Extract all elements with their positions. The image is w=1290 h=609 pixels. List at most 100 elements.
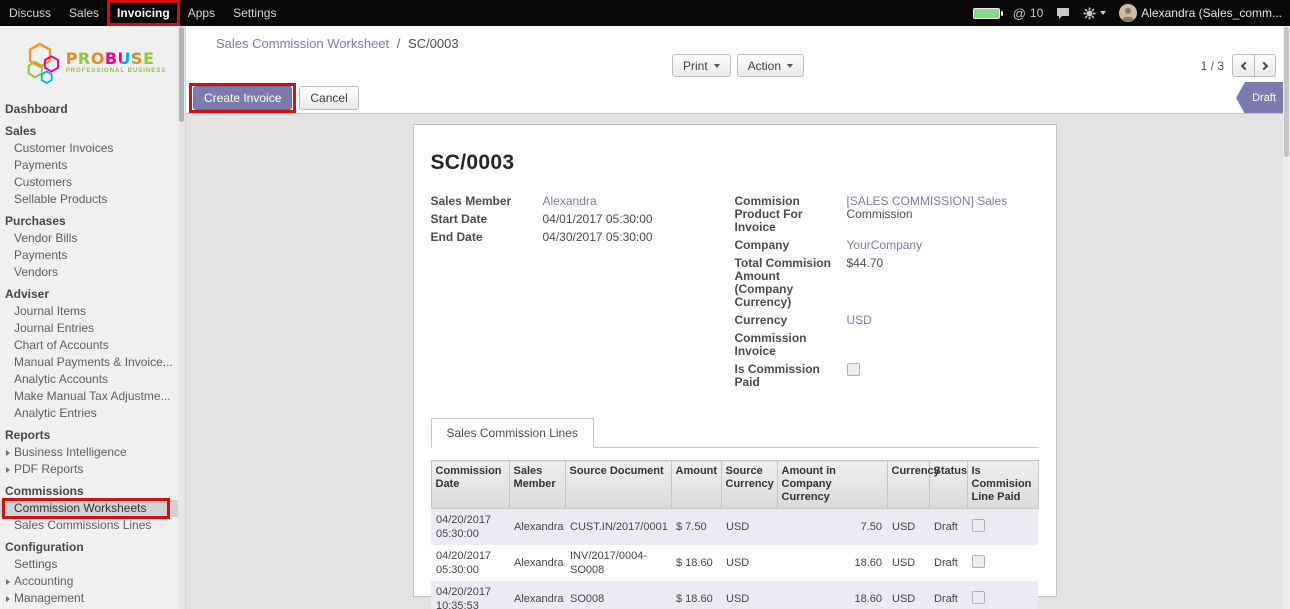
table-row[interactable]: 04/20/2017 10:35:53 Alexandra SO008 $ 18… <box>431 581 1038 609</box>
pager-next-button[interactable] <box>1254 54 1276 77</box>
end-date-label: End Date <box>431 231 543 244</box>
control-panel-buttons: Print Action <box>672 54 804 77</box>
nav-item-payments-sales[interactable]: Payments <box>0 157 185 174</box>
top-navbar: Discuss Sales Invoicing Apps Settings @ … <box>0 0 1290 26</box>
nav-item-journal-items[interactable]: Journal Items <box>0 303 185 320</box>
field-column-right: Commision Product For Invoice [SALES COM… <box>735 195 1039 394</box>
cell-commission-date: 04/20/2017 05:30:00 <box>431 545 509 581</box>
table-row[interactable]: 04/20/2017 05:30:00 Alexandra CUST.IN/20… <box>431 509 1038 546</box>
nav-section-purchases[interactable]: Purchases <box>0 208 185 230</box>
nav-section-reports[interactable]: Reports <box>0 422 185 444</box>
nav-item-customer-invoices[interactable]: Customer Invoices <box>0 140 185 157</box>
statusbar: Create Invoice Cancel Draft <box>186 82 1290 114</box>
header-sales-member[interactable]: Sales Member <box>509 461 565 509</box>
nav-item-sales-commissions-lines[interactable]: Sales Commissions Lines <box>0 517 185 534</box>
nav-item-commission-worksheets[interactable]: Commission Worksheets <box>0 500 185 517</box>
form-sheet: SC/0003 Sales Member Alexandra Start Dat… <box>413 124 1057 597</box>
is-commission-paid-label: Is Commission Paid <box>735 363 847 389</box>
print-button[interactable]: Print <box>672 54 731 77</box>
header-source-document[interactable]: Source Document <box>565 461 671 509</box>
caret-down-icon <box>1100 11 1106 15</box>
tab-sales-commission-lines[interactable]: Sales Commission Lines <box>431 418 594 448</box>
sidebar-scrollbar[interactable] <box>178 26 185 609</box>
nav-item-payments-purchases[interactable]: Payments <box>0 247 185 264</box>
header-status[interactable]: Status <box>929 461 967 509</box>
create-invoice-button[interactable]: Create Invoice <box>193 86 292 110</box>
cell-status: Draft <box>929 545 967 581</box>
top-menu-apps[interactable]: Apps <box>179 0 224 26</box>
cell-status: Draft <box>929 581 967 609</box>
line-paid-checkbox[interactable] <box>972 519 985 532</box>
nav-item-label: Accounting <box>14 575 73 588</box>
nav-item-sellable-products[interactable]: Sellable Products <box>0 191 185 208</box>
header-amount-company-currency[interactable]: Amount in Company Currency <box>777 461 887 509</box>
nav-section-commissions[interactable]: Commissions <box>0 478 185 500</box>
notebook-tabs: Sales Commission Lines <box>431 418 1039 448</box>
header-source-currency[interactable]: Source Currency <box>721 461 777 509</box>
nav-item-journal-entries[interactable]: Journal Entries <box>0 320 185 337</box>
nav-item-analytic-entries[interactable]: Analytic Entries <box>0 405 185 422</box>
top-menu-sales[interactable]: Sales <box>60 0 108 26</box>
cell-company-amount: 18.60 <box>777 545 887 581</box>
main-scrollbar[interactable] <box>1283 26 1290 609</box>
is-commission-paid-checkbox[interactable] <box>847 363 860 376</box>
header-line-paid[interactable]: Is Commision Line Paid <box>967 461 1038 509</box>
nav-item-vendor-bills[interactable]: Vendor Bills <box>0 230 185 247</box>
pager-buttons <box>1232 54 1276 77</box>
nav-item-manual-payments-invoice[interactable]: Manual Payments & Invoice... <box>0 354 185 371</box>
nav-section-sales[interactable]: Sales <box>0 118 185 140</box>
breadcrumb-parent-link[interactable]: Sales Commission Worksheet <box>216 36 389 51</box>
expand-arrow-icon <box>6 579 10 585</box>
currency-value[interactable]: USD <box>847 314 872 327</box>
top-menu-discuss[interactable]: Discuss <box>0 0 60 26</box>
scrollbar-thumb[interactable] <box>1284 27 1289 157</box>
topbar-right-cluster: @ 10 Alexandra (Sales_comm... <box>973 0 1290 26</box>
debug-menu[interactable] <box>1083 7 1106 20</box>
table-row[interactable]: 04/20/2017 05:30:00 Alexandra INV/2017/0… <box>431 545 1038 581</box>
header-commission-date[interactable]: Commission Date <box>431 461 509 509</box>
probuse-logo: PROBUSE PROFESSIONAL BUSINESS <box>0 26 185 94</box>
nav-section-configuration[interactable]: Configuration <box>0 534 185 556</box>
top-menu-settings[interactable]: Settings <box>224 0 285 26</box>
nav-item-analytic-accounts[interactable]: Analytic Accounts <box>0 371 185 388</box>
top-menu-invoicing[interactable]: Invoicing <box>108 0 179 26</box>
nav-item-chart-of-accounts[interactable]: Chart of Accounts <box>0 337 185 354</box>
sales-member-label: Sales Member <box>431 195 543 208</box>
cell-status: Draft <box>929 509 967 546</box>
header-currency[interactable]: Currency <box>887 461 929 509</box>
currency-label: Currency <box>735 314 847 327</box>
total-commission-label: Total Commision Amount (Company Currency… <box>735 257 847 309</box>
caret-down-icon <box>787 64 793 68</box>
breadcrumb-separator: / <box>397 36 401 51</box>
user-menu[interactable]: Alexandra (Sales_comm... <box>1119 4 1282 22</box>
cancel-button[interactable]: Cancel <box>299 86 358 110</box>
company-value[interactable]: YourCompany <box>847 239 923 252</box>
nav-section-adviser[interactable]: Adviser <box>0 281 185 303</box>
nav-item-make-manual-tax-adjustment[interactable]: Make Manual Tax Adjustme... <box>0 388 185 405</box>
line-paid-checkbox[interactable] <box>972 591 985 604</box>
nav-item-business-intelligence[interactable]: Business Intelligence <box>0 444 185 461</box>
nav-item-pdf-reports[interactable]: PDF Reports <box>0 461 185 478</box>
line-paid-checkbox[interactable] <box>972 555 985 568</box>
control-panel: Sales Commission Worksheet / SC/0003 Pri… <box>186 26 1290 82</box>
action-button[interactable]: Action <box>737 54 804 77</box>
sales-member-value[interactable]: Alexandra <box>543 195 597 208</box>
nav-item-customers[interactable]: Customers <box>0 174 185 191</box>
form-field-group: Sales Member Alexandra Start Date 04/01/… <box>431 195 1039 394</box>
cell-source-currency: USD <box>721 509 777 546</box>
nav-item-vendors[interactable]: Vendors <box>0 264 185 281</box>
messages-menu[interactable] <box>1056 7 1070 20</box>
brand-text: PROBUSE <box>66 49 155 68</box>
nav-item-management[interactable]: Management <box>0 590 185 607</box>
cell-company-amount: 18.60 <box>777 581 887 609</box>
pager-previous-button[interactable] <box>1232 54 1254 77</box>
nav-item-accounting[interactable]: Accounting <box>0 573 185 590</box>
activity-menu[interactable]: @ 10 <box>1013 6 1044 20</box>
commission-product-value[interactable]: [SALES COMMISSION] Sales <box>847 194 1008 208</box>
chat-icon <box>1056 7 1070 20</box>
header-amount[interactable]: Amount <box>671 461 721 509</box>
scrollbar-thumb[interactable] <box>179 27 184 122</box>
cell-company-amount: 7.50 <box>777 509 887 546</box>
nav-item-settings[interactable]: Settings <box>0 556 185 573</box>
nav-section-dashboard[interactable]: Dashboard <box>0 96 185 118</box>
